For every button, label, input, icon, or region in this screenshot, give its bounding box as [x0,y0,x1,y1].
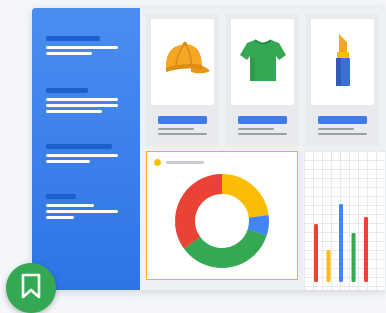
bar-chart-panel [304,151,386,290]
bar-4 [351,233,356,282]
bar-1 [314,224,318,282]
donut-slice-4 [175,174,223,249]
product-card[interactable] [306,14,379,146]
bar-2 [326,250,331,282]
sidebar [32,8,140,290]
product-detail-line [158,128,194,130]
sidebar-item[interactable] [46,194,126,222]
bar-chart [314,204,368,282]
product-detail-line [238,128,274,130]
product-image [311,19,374,105]
product-image [151,19,214,105]
sidebar-item[interactable] [46,144,126,166]
sidebar-item[interactable] [46,36,126,58]
product-name-bar [238,116,287,124]
bookmark-icon [20,273,42,304]
donut-chart-panel [146,151,298,280]
bar-3 [339,204,343,282]
product-card[interactable] [226,14,299,146]
bookmark-button[interactable] [6,263,56,313]
product-card[interactable] [146,14,219,146]
product-name-bar [158,116,207,124]
product-name-bar [318,116,367,124]
product-image [231,19,294,105]
sidebar-item[interactable] [46,88,126,116]
donut-slice-2 [247,215,269,236]
tshirt-icon [238,35,288,90]
cap-icon [156,38,210,87]
dashboard-window [32,8,386,290]
bar-5 [364,217,368,282]
product-detail-line [318,133,367,135]
donut-slice-1 [221,174,269,219]
product-detail-line [158,133,207,135]
donut-chart [175,174,269,268]
product-detail-line [318,128,354,130]
main-content [140,8,386,290]
donut-slice-3 [183,228,267,268]
product-detail-line [238,133,287,135]
lipstick-icon [328,32,358,93]
